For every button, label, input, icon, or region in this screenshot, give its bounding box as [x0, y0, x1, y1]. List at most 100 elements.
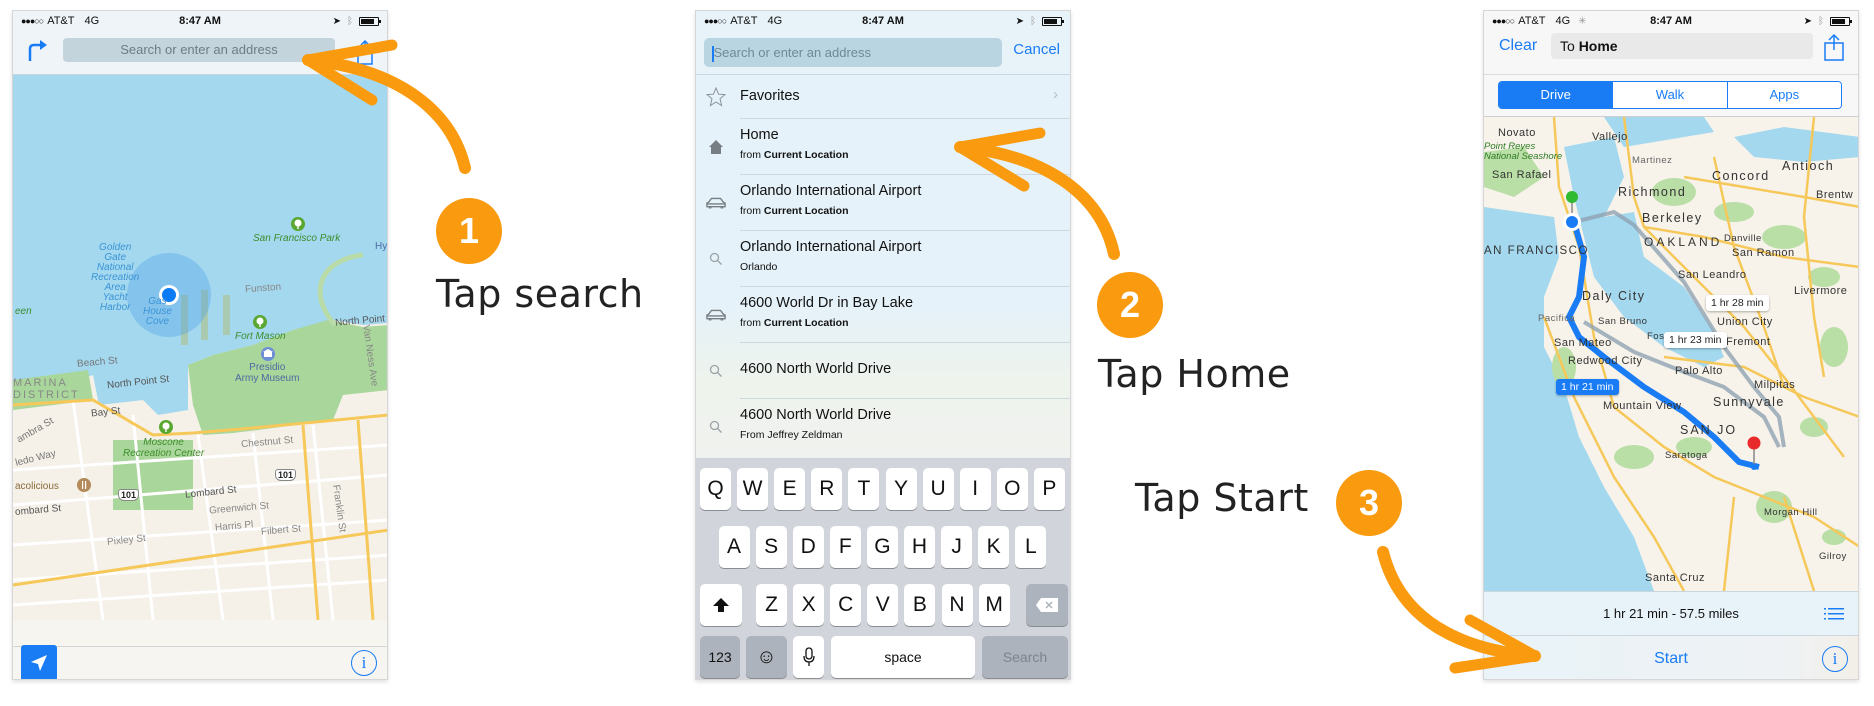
key-k[interactable]: K	[978, 526, 1010, 568]
label-marina-district: MARINA DISTRICT	[13, 377, 80, 401]
key-r[interactable]: R	[811, 468, 843, 510]
cancel-button[interactable]: Cancel	[1013, 41, 1060, 58]
carrier-label: AT&T	[47, 15, 75, 27]
alt-route-time-bubble[interactable]: 1 hr 28 min	[1706, 295, 1769, 311]
emoji-key[interactable]: ☺	[746, 636, 787, 678]
current-location-button[interactable]	[21, 645, 57, 679]
signal-strength-icon: ●●●○○	[704, 16, 727, 26]
list-item-search-result[interactable]: 4600 North World Drive From Jeffrey Zeld…	[696, 399, 1070, 455]
key-m[interactable]: M	[978, 584, 1010, 626]
route-prefix: To	[1560, 38, 1579, 54]
status-bar: ●●●○○ AT&T 4G 8:47 AM ➤ ᛒ	[696, 11, 1070, 31]
key-d[interactable]: D	[792, 526, 824, 568]
city-label: Daly City	[1582, 289, 1646, 303]
info-button[interactable]: i	[1822, 646, 1848, 672]
segment-drive[interactable]: Drive	[1499, 82, 1613, 108]
label-hy: Hy	[375, 241, 388, 252]
city-label: Sunnyvale	[1713, 395, 1785, 409]
highway-101-shield: 101	[275, 469, 297, 481]
key-f[interactable]: F	[829, 526, 861, 568]
key-b[interactable]: B	[904, 584, 936, 626]
route-destination-field[interactable]: To Home	[1551, 33, 1813, 59]
space-key[interactable]: space	[831, 636, 975, 678]
key-a[interactable]: A	[718, 526, 750, 568]
nav-bar: ●●●○○ AT&T 4G 8:47 AM ➤ ᛒ Search or ente…	[696, 11, 1070, 75]
key-e[interactable]: E	[774, 468, 806, 510]
key-q[interactable]: Q	[700, 468, 731, 510]
alt-route-time-bubble[interactable]: 1 hr 23 min	[1664, 332, 1727, 348]
key-j[interactable]: J	[941, 526, 973, 568]
share-icon[interactable]	[357, 39, 373, 65]
city-label: AN FRANCISCO	[1484, 245, 1589, 257]
search-key[interactable]: Search	[982, 636, 1068, 678]
microphone-icon	[802, 647, 815, 666]
route-map[interactable]: Novato Vallejo Point Reyes National Seash…	[1484, 116, 1858, 592]
delete-key[interactable]	[1026, 584, 1068, 626]
key-s[interactable]: S	[755, 526, 787, 568]
key-p[interactable]: P	[1033, 468, 1065, 510]
transport-mode-selector: Drive Walk Apps	[1498, 81, 1842, 109]
search-input[interactable]: Search or enter an address	[704, 38, 1002, 67]
suggestions-list: Favorites › Home from Current Location O…	[696, 75, 1070, 460]
list-item-search-result[interactable]: Orlando International Airport Orlando	[696, 231, 1070, 287]
key-l[interactable]: L	[1015, 526, 1047, 568]
signal-strength-icon: ●●●○○	[1492, 16, 1515, 26]
list-icon[interactable]	[1824, 608, 1844, 620]
key-g[interactable]: G	[866, 526, 898, 568]
segment-apps[interactable]: Apps	[1726, 82, 1841, 108]
dictation-key[interactable]	[793, 636, 824, 678]
search-icon	[706, 417, 726, 437]
label-tacolicious: acolicious	[15, 481, 59, 492]
list-item-home[interactable]: Home from Current Location	[696, 119, 1070, 175]
city-label: San Mateo	[1554, 337, 1612, 349]
list-item-route[interactable]: Orlando International Airport from Curre…	[696, 175, 1070, 231]
shift-icon	[713, 598, 729, 612]
bluetooth-icon: ᛒ	[347, 15, 353, 27]
shift-key[interactable]	[700, 584, 742, 626]
start-button[interactable]: Start	[1484, 636, 1858, 679]
location-arrow-icon: ➤	[332, 15, 341, 27]
map-graphic	[13, 75, 387, 621]
key-t[interactable]: T	[848, 468, 880, 510]
selected-route-time-bubble[interactable]: 1 hr 21 min	[1556, 379, 1619, 395]
city-label: Fremont	[1726, 336, 1771, 348]
info-button[interactable]: i	[351, 650, 377, 676]
label-green: een	[15, 306, 32, 317]
label-gas-house-cove: Gas House Cove	[143, 296, 172, 327]
map-view[interactable]: Golden Gate National Recreation Area Yac…	[13, 75, 388, 621]
label-fort-mason: Fort Mason	[235, 331, 286, 342]
key-y[interactable]: Y	[885, 468, 917, 510]
label-sf-park: San Francisco Park	[253, 233, 341, 244]
label-golden-gate: Golden Gate National Recreation Area Yac…	[91, 242, 140, 313]
clear-button[interactable]: Clear	[1499, 37, 1537, 55]
list-item-route[interactable]: 4600 World Dr in Bay Lake from Current L…	[696, 287, 1070, 343]
city-label: Union City	[1717, 316, 1773, 328]
search-input[interactable]: Search or enter an address	[63, 38, 335, 62]
key-w[interactable]: W	[737, 468, 769, 510]
key-c[interactable]: C	[830, 584, 862, 626]
list-item-title: 4600 World Dr in Bay Lake	[740, 295, 914, 311]
directions-icon[interactable]	[25, 37, 49, 63]
numbers-key[interactable]: 123	[700, 636, 740, 678]
key-x[interactable]: X	[793, 584, 825, 626]
share-icon[interactable]	[1824, 33, 1844, 61]
info-icon: i	[361, 653, 367, 672]
list-item-search-result[interactable]: 4600 North World Drive	[696, 343, 1070, 399]
route-summary[interactable]: 1 hr 21 min - 57.5 miles	[1484, 591, 1858, 635]
status-bar: ●●●○○ AT&T 4G ✳ 8:47 AM ➤ ᛒ	[1484, 11, 1858, 31]
key-o[interactable]: O	[996, 468, 1028, 510]
city-label: Mountain View	[1603, 400, 1682, 412]
key-i[interactable]: I	[959, 468, 991, 510]
key-u[interactable]: U	[922, 468, 954, 510]
city-label: Concord	[1712, 169, 1770, 183]
start-bar: Start i	[1484, 635, 1858, 679]
segment-walk[interactable]: Walk	[1612, 82, 1727, 108]
key-h[interactable]: H	[904, 526, 935, 568]
city-label: Vallejo	[1592, 131, 1628, 143]
key-z[interactable]: Z	[756, 584, 787, 626]
location-arrow-icon: ➤	[1015, 15, 1024, 27]
key-v[interactable]: V	[867, 584, 899, 626]
key-n[interactable]: N	[941, 584, 973, 626]
list-item-favorites[interactable]: Favorites ›	[696, 75, 1070, 119]
city-label: Redwood City	[1568, 355, 1643, 367]
